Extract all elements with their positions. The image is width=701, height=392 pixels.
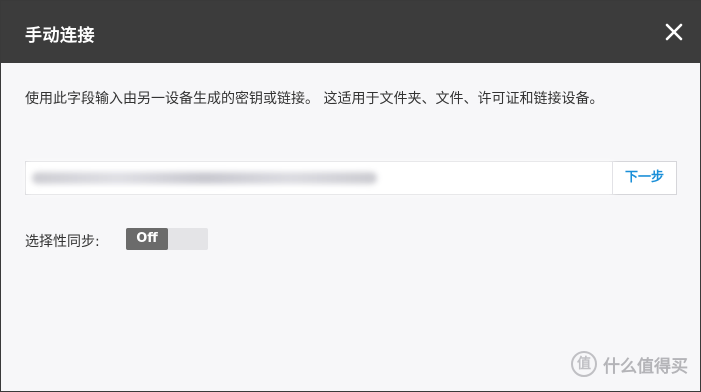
- close-button[interactable]: [662, 20, 686, 44]
- dialog-description: 使用此字段输入由另一设备生成的密钥或链接。 这适用于文件夹、文件、许可证和链接设…: [25, 91, 604, 107]
- watermark: 值 什么值得买: [571, 351, 688, 377]
- selective-sync-label: 选择性同步:: [25, 234, 100, 250]
- selective-sync-toggle[interactable]: Off: [126, 228, 208, 250]
- watermark-logo-icon: 值: [571, 351, 597, 377]
- link-input-row: 下一步: [25, 161, 677, 195]
- blurred-link-text: [32, 172, 377, 184]
- dialog-title: 手动连接: [25, 26, 95, 46]
- manual-connect-dialog: 手动连接 使用此字段输入由另一设备生成的密钥或链接。 这适用于文件夹、文件、许可…: [0, 0, 701, 392]
- close-icon: [665, 23, 683, 41]
- toggle-state: Off: [126, 228, 168, 250]
- dialog-titlebar: 手动连接: [1, 1, 700, 63]
- watermark-text: 什么值得买: [603, 356, 688, 377]
- next-button[interactable]: 下一步: [612, 162, 676, 194]
